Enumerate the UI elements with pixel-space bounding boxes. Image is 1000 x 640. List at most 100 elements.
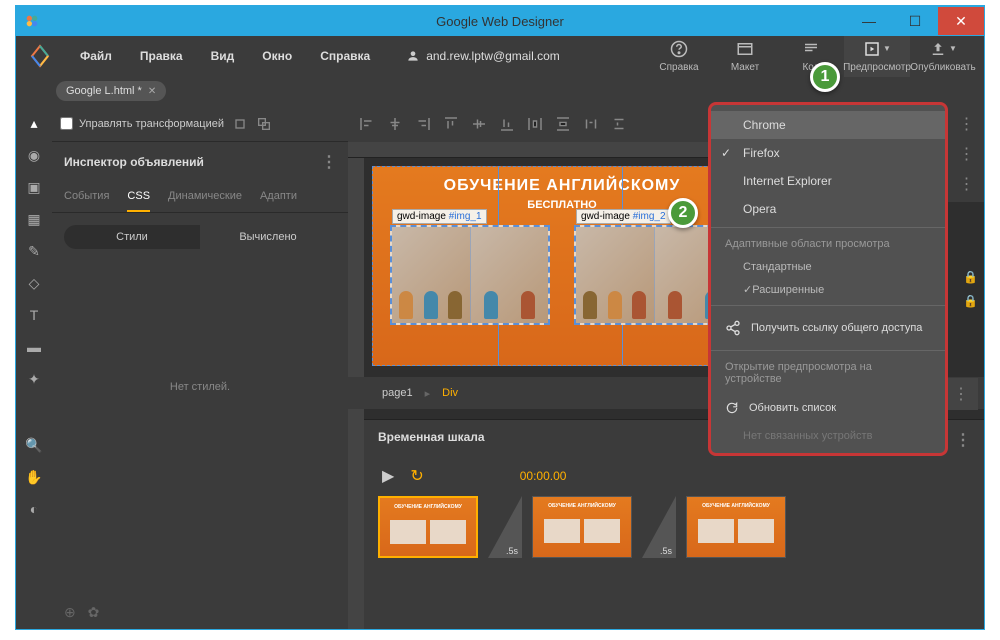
- maximize-button[interactable]: ☐: [892, 7, 938, 35]
- layout-action[interactable]: Макет: [712, 36, 778, 77]
- align-bottom-icon[interactable]: [498, 115, 516, 133]
- browser-chrome[interactable]: Chrome: [711, 111, 945, 139]
- lock-icon[interactable]: 🔒: [963, 294, 978, 308]
- space-h-icon[interactable]: [582, 115, 600, 133]
- banner-headline[interactable]: ОБУЧЕНИЕ АНГЛИЙСКОМУ: [373, 177, 751, 195]
- panel-menu-icon[interactable]: ⋮: [959, 114, 974, 134]
- app-logo-icon: [24, 13, 40, 29]
- paint-tool[interactable]: ✦: [25, 370, 43, 388]
- check-icon: ✓: [743, 284, 752, 296]
- help-icon: [670, 40, 688, 58]
- 3d-object-tool[interactable]: ▣: [25, 178, 43, 196]
- inspector-header: Инспектор объявлений ⋮: [52, 142, 348, 182]
- hand-tool[interactable]: ✋: [25, 468, 43, 486]
- viewport-extended[interactable]: ✓Расширенные: [711, 278, 945, 301]
- refresh-devices[interactable]: Обновить список: [711, 391, 945, 425]
- color-tool[interactable]: ◐: [25, 500, 43, 518]
- transition-1[interactable]: .5s: [488, 496, 522, 558]
- menu-help[interactable]: Справка: [308, 43, 382, 69]
- distribute-v-icon[interactable]: [554, 115, 572, 133]
- image-element-1[interactable]: gwd-image #img_1: [390, 225, 550, 325]
- publish-action[interactable]: ▼ Опубликовать: [910, 36, 976, 77]
- tab-events[interactable]: События: [64, 182, 109, 212]
- play-button[interactable]: ▶: [382, 466, 394, 486]
- keyframe-3[interactable]: ОБУЧЕНИЕ АНГЛИЙСКОМУ: [686, 496, 786, 558]
- element-label: gwd-image #img_2: [576, 209, 671, 224]
- page-indicator[interactable]: page1: [382, 387, 413, 399]
- user-account[interactable]: and.rew.lptw@gmail.com: [406, 49, 560, 63]
- 3d-rotate-tool[interactable]: ◉: [25, 146, 43, 164]
- timeline-title: Временная шкала: [378, 430, 485, 450]
- layout-icon: [736, 40, 754, 58]
- play-icon: [863, 40, 881, 58]
- design-canvas[interactable]: ОБУЧЕНИЕ АНГЛИЙСКОМУ БЕСПЛАТНО gwd-image…: [372, 166, 752, 366]
- element-tool[interactable]: ▦: [25, 210, 43, 228]
- layer-icon[interactable]: [256, 116, 272, 132]
- preview-dropdown: Chrome ✓Firefox Internet Explorer Opera …: [708, 102, 948, 456]
- panel-menu-icon[interactable]: ⋮: [959, 174, 974, 194]
- timeline-menu-icon[interactable]: ⋮: [955, 430, 970, 450]
- selection-tool[interactable]: ▴: [25, 114, 43, 132]
- styles-button[interactable]: Стили: [64, 225, 200, 249]
- browser-firefox[interactable]: ✓Firefox: [711, 139, 945, 167]
- share-icon: [725, 320, 741, 336]
- close-button[interactable]: ✕: [938, 7, 984, 35]
- user-icon: [406, 49, 420, 63]
- align-right-icon[interactable]: [414, 115, 432, 133]
- viewport-standard[interactable]: Стандартные: [711, 256, 945, 278]
- refresh-icon: [725, 401, 739, 415]
- keyframe-1[interactable]: ОБУЧЕНИЕ АНГЛИЙСКОМУ: [378, 496, 478, 558]
- settings-icon[interactable]: ✿: [88, 604, 100, 620]
- menu-file[interactable]: Файл: [68, 43, 124, 69]
- align-center-icon[interactable]: [386, 115, 404, 133]
- transition-2[interactable]: .5s: [642, 496, 676, 558]
- lock-controls: 🔒 🔒: [963, 270, 978, 308]
- inspector-menu-icon[interactable]: ⋮: [321, 152, 336, 172]
- loop-button[interactable]: ↻: [410, 466, 423, 486]
- lock-icon[interactable]: 🔒: [963, 270, 978, 284]
- panel-footer: ⊕ ✿: [52, 596, 348, 629]
- keyframes-track: ОБУЧЕНИЕ АНГЛИЙСКОМУ .5s ОБУЧЕНИЕ АНГЛИЙ…: [364, 496, 984, 558]
- help-action[interactable]: Справка: [646, 36, 712, 77]
- device-section-label: Открытие предпросмотра на устройстве: [711, 355, 945, 391]
- user-email: and.rew.lptw@gmail.com: [426, 49, 560, 63]
- fill-tool[interactable]: ▬: [25, 338, 43, 356]
- right-sidebar: ⋮ ⋮ ⋮: [948, 106, 984, 202]
- file-tab-label: Google L.html *: [66, 85, 142, 97]
- menu-edit[interactable]: Правка: [128, 43, 195, 69]
- align-middle-icon[interactable]: [470, 115, 488, 133]
- zoom-tool[interactable]: 🔍: [25, 436, 43, 454]
- share-link-item[interactable]: Получить ссылку общего доступа: [711, 310, 945, 346]
- computed-button[interactable]: Вычислено: [200, 225, 336, 249]
- breadcrumb-div[interactable]: Div: [442, 387, 458, 399]
- panel-menu-icon[interactable]: ⋮: [959, 144, 974, 164]
- close-tab-icon[interactable]: ✕: [148, 86, 156, 97]
- window-title: Google Web Designer: [436, 14, 564, 29]
- distribute-h-icon[interactable]: [526, 115, 544, 133]
- check-icon: ✓: [721, 146, 731, 160]
- crop-icon[interactable]: [232, 116, 248, 132]
- menu-view[interactable]: Вид: [199, 43, 247, 69]
- browser-ie[interactable]: Internet Explorer: [711, 167, 945, 195]
- menu-window[interactable]: Окно: [250, 43, 304, 69]
- shape-tool[interactable]: ◇: [25, 274, 43, 292]
- preview-action[interactable]: ▼ Предпросмотр: [844, 36, 910, 77]
- space-v-icon[interactable]: [610, 115, 628, 133]
- pen-tool[interactable]: ✎: [25, 242, 43, 260]
- text-tool[interactable]: T: [25, 306, 43, 324]
- align-top-icon[interactable]: [442, 115, 460, 133]
- tab-css[interactable]: CSS: [127, 182, 150, 212]
- align-left-icon[interactable]: [358, 115, 376, 133]
- tab-adaptive[interactable]: Адапти: [260, 182, 297, 212]
- no-devices-message: Нет связанных устройств: [711, 425, 945, 447]
- browser-opera[interactable]: Opera: [711, 195, 945, 223]
- components-menu-icon[interactable]: ⋮: [953, 384, 968, 404]
- tab-dynamic[interactable]: Динамические: [168, 182, 242, 212]
- add-icon[interactable]: ⊕: [64, 604, 76, 620]
- keyframe-2[interactable]: ОБУЧЕНИЕ АНГЛИЙСКОМУ: [532, 496, 632, 558]
- minimize-button[interactable]: —: [846, 7, 892, 35]
- empty-styles-message: Нет стилей.: [52, 381, 348, 393]
- inspector-tabs: События CSS Динамические Адапти: [52, 182, 348, 213]
- file-tab[interactable]: Google L.html * ✕: [56, 81, 166, 101]
- transform-checkbox[interactable]: Управлять трансформацией: [60, 117, 224, 130]
